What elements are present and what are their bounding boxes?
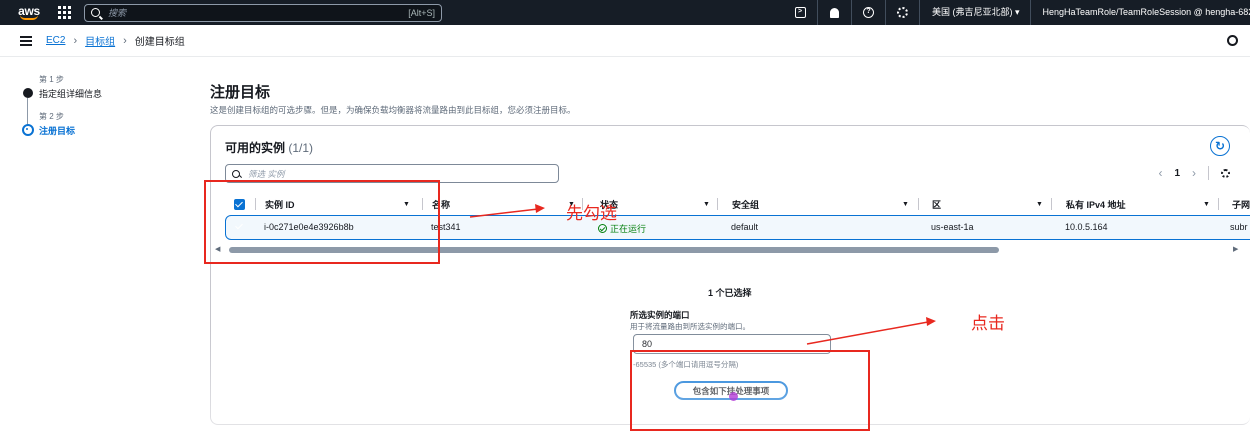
arrowhead-1-icon [535, 204, 545, 213]
arrowhead-2-icon [926, 317, 936, 326]
annotation-arrow-1 [469, 208, 539, 218]
annotation-arrows [469, 204, 936, 345]
mouse-cursor-icon [729, 392, 738, 401]
annotation-arrow-2 [806, 321, 929, 345]
